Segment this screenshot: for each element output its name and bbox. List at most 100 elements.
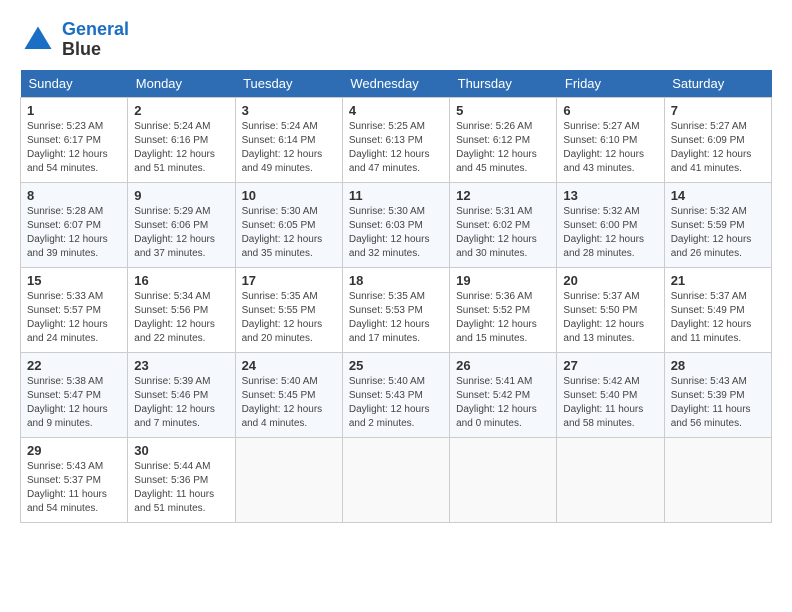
day-info: Sunrise: 5:38 AM Sunset: 5:47 PM Dayligh…: [27, 375, 121, 431]
day-info: Sunrise: 5:44 AM Sunset: 5:36 PM Dayligh…: [134, 460, 228, 516]
calendar-header-friday: Friday: [557, 70, 664, 98]
calendar-cell: 10 Sunrise: 5:30 AM Sunset: 6:05 PM Dayli…: [235, 182, 342, 267]
day-number: 22: [27, 358, 121, 373]
calendar-cell: 15Sunrise: 5:33 AM Sunset: 5:57 PM Dayli…: [21, 267, 128, 352]
day-info: Sunrise: 5:42 AM Sunset: 5:40 PM Dayligh…: [563, 375, 657, 431]
calendar-table: SundayMondayTuesdayWednesdayThursdayFrid…: [20, 70, 772, 523]
day-info: Sunrise: 5:35 AM Sunset: 5:53 PM Dayligh…: [349, 290, 443, 346]
day-info: Sunrise: 5:28 AM Sunset: 6:07 PM Dayligh…: [27, 205, 121, 261]
logo-text: General Blue: [62, 20, 129, 60]
page-header: General Blue: [20, 20, 772, 60]
day-info: Sunrise: 5:24 AM Sunset: 6:14 PM Dayligh…: [242, 120, 336, 176]
calendar-cell: 24 Sunrise: 5:40 AM Sunset: 5:45 PM Dayli…: [235, 352, 342, 437]
calendar-cell: 12 Sunrise: 5:31 AM Sunset: 6:02 PM Dayli…: [450, 182, 557, 267]
day-info: Sunrise: 5:43 AM Sunset: 5:37 PM Dayligh…: [27, 460, 121, 516]
day-number: 17: [242, 273, 336, 288]
day-info: Sunrise: 5:43 AM Sunset: 5:39 PM Dayligh…: [671, 375, 765, 431]
calendar-cell: 17 Sunrise: 5:35 AM Sunset: 5:55 PM Dayli…: [235, 267, 342, 352]
day-number: 14: [671, 188, 765, 203]
day-info: Sunrise: 5:23 AM Sunset: 6:17 PM Dayligh…: [27, 120, 121, 176]
day-info: Sunrise: 5:24 AM Sunset: 6:16 PM Dayligh…: [134, 120, 228, 176]
day-info: Sunrise: 5:31 AM Sunset: 6:02 PM Dayligh…: [456, 205, 550, 261]
calendar-header-tuesday: Tuesday: [235, 70, 342, 98]
calendar-header-thursday: Thursday: [450, 70, 557, 98]
calendar-cell: 18 Sunrise: 5:35 AM Sunset: 5:53 PM Dayli…: [342, 267, 449, 352]
day-info: Sunrise: 5:35 AM Sunset: 5:55 PM Dayligh…: [242, 290, 336, 346]
calendar-cell: 6Sunrise: 5:27 AM Sunset: 6:10 PM Daylig…: [557, 97, 664, 182]
day-info: Sunrise: 5:40 AM Sunset: 5:43 PM Dayligh…: [349, 375, 443, 431]
calendar-cell: 27Sunrise: 5:42 AM Sunset: 5:40 PM Dayli…: [557, 352, 664, 437]
day-info: Sunrise: 5:32 AM Sunset: 5:59 PM Dayligh…: [671, 205, 765, 261]
day-info: Sunrise: 5:33 AM Sunset: 5:57 PM Dayligh…: [27, 290, 121, 346]
calendar-cell: [664, 437, 771, 522]
calendar-cell: 2 Sunrise: 5:24 AM Sunset: 6:16 PM Daylig…: [128, 97, 235, 182]
day-number: 12: [456, 188, 550, 203]
day-info: Sunrise: 5:29 AM Sunset: 6:06 PM Dayligh…: [134, 205, 228, 261]
day-info: Sunrise: 5:30 AM Sunset: 6:05 PM Dayligh…: [242, 205, 336, 261]
day-number: 13: [563, 188, 657, 203]
calendar-cell: 1 Sunrise: 5:23 AM Sunset: 6:17 PM Daylig…: [21, 97, 128, 182]
calendar-cell: 21 Sunrise: 5:37 AM Sunset: 5:49 PM Dayli…: [664, 267, 771, 352]
day-number: 10: [242, 188, 336, 203]
calendar-cell: [235, 437, 342, 522]
calendar-cell: 22 Sunrise: 5:38 AM Sunset: 5:47 PM Dayli…: [21, 352, 128, 437]
day-info: Sunrise: 5:30 AM Sunset: 6:03 PM Dayligh…: [349, 205, 443, 261]
week-row-2: 8 Sunrise: 5:28 AM Sunset: 6:07 PM Daylig…: [21, 182, 772, 267]
calendar-header-monday: Monday: [128, 70, 235, 98]
calendar-cell: 11 Sunrise: 5:30 AM Sunset: 6:03 PM Dayli…: [342, 182, 449, 267]
day-info: Sunrise: 5:36 AM Sunset: 5:52 PM Dayligh…: [456, 290, 550, 346]
week-row-5: 29 Sunrise: 5:43 AM Sunset: 5:37 PM Dayli…: [21, 437, 772, 522]
day-number: 20: [563, 273, 657, 288]
calendar-cell: 30 Sunrise: 5:44 AM Sunset: 5:36 PM Dayli…: [128, 437, 235, 522]
day-number: 25: [349, 358, 443, 373]
day-info: Sunrise: 5:25 AM Sunset: 6:13 PM Dayligh…: [349, 120, 443, 176]
calendar-cell: 23 Sunrise: 5:39 AM Sunset: 5:46 PM Dayli…: [128, 352, 235, 437]
calendar-cell: 26 Sunrise: 5:41 AM Sunset: 5:42 PM Dayli…: [450, 352, 557, 437]
day-info: Sunrise: 5:39 AM Sunset: 5:46 PM Dayligh…: [134, 375, 228, 431]
calendar-cell: 13 Sunrise: 5:32 AM Sunset: 6:00 PM Dayli…: [557, 182, 664, 267]
day-number: 6: [563, 103, 657, 118]
day-info: Sunrise: 5:26 AM Sunset: 6:12 PM Dayligh…: [456, 120, 550, 176]
day-number: 28: [671, 358, 765, 373]
calendar-cell: 29 Sunrise: 5:43 AM Sunset: 5:37 PM Dayli…: [21, 437, 128, 522]
day-number: 30: [134, 443, 228, 458]
day-info: Sunrise: 5:37 AM Sunset: 5:49 PM Dayligh…: [671, 290, 765, 346]
week-row-4: 22 Sunrise: 5:38 AM Sunset: 5:47 PM Dayli…: [21, 352, 772, 437]
week-row-1: 1 Sunrise: 5:23 AM Sunset: 6:17 PM Daylig…: [21, 97, 772, 182]
calendar-header-wednesday: Wednesday: [342, 70, 449, 98]
day-number: 2: [134, 103, 228, 118]
day-number: 18: [349, 273, 443, 288]
calendar-cell: [342, 437, 449, 522]
calendar-header-saturday: Saturday: [664, 70, 771, 98]
calendar-cell: 9 Sunrise: 5:29 AM Sunset: 6:06 PM Daylig…: [128, 182, 235, 267]
day-number: 5: [456, 103, 550, 118]
calendar-cell: 28 Sunrise: 5:43 AM Sunset: 5:39 PM Dayli…: [664, 352, 771, 437]
day-info: Sunrise: 5:27 AM Sunset: 6:09 PM Dayligh…: [671, 120, 765, 176]
day-number: 11: [349, 188, 443, 203]
calendar-cell: 4Sunrise: 5:25 AM Sunset: 6:13 PM Daylig…: [342, 97, 449, 182]
day-number: 23: [134, 358, 228, 373]
day-number: 16: [134, 273, 228, 288]
calendar-cell: 16 Sunrise: 5:34 AM Sunset: 5:56 PM Dayli…: [128, 267, 235, 352]
day-number: 29: [27, 443, 121, 458]
day-number: 19: [456, 273, 550, 288]
calendar-cell: 7 Sunrise: 5:27 AM Sunset: 6:09 PM Daylig…: [664, 97, 771, 182]
day-number: 1: [27, 103, 121, 118]
day-number: 8: [27, 188, 121, 203]
day-number: 9: [134, 188, 228, 203]
calendar-header-sunday: Sunday: [21, 70, 128, 98]
day-info: Sunrise: 5:32 AM Sunset: 6:00 PM Dayligh…: [563, 205, 657, 261]
day-number: 7: [671, 103, 765, 118]
day-number: 21: [671, 273, 765, 288]
day-info: Sunrise: 5:40 AM Sunset: 5:45 PM Dayligh…: [242, 375, 336, 431]
day-info: Sunrise: 5:41 AM Sunset: 5:42 PM Dayligh…: [456, 375, 550, 431]
day-number: 26: [456, 358, 550, 373]
day-number: 24: [242, 358, 336, 373]
day-info: Sunrise: 5:37 AM Sunset: 5:50 PM Dayligh…: [563, 290, 657, 346]
calendar-cell: 8 Sunrise: 5:28 AM Sunset: 6:07 PM Daylig…: [21, 182, 128, 267]
calendar-cell: 25 Sunrise: 5:40 AM Sunset: 5:43 PM Dayli…: [342, 352, 449, 437]
calendar-cell: 20 Sunrise: 5:37 AM Sunset: 5:50 PM Dayli…: [557, 267, 664, 352]
day-info: Sunrise: 5:34 AM Sunset: 5:56 PM Dayligh…: [134, 290, 228, 346]
calendar-cell: 3Sunrise: 5:24 AM Sunset: 6:14 PM Daylig…: [235, 97, 342, 182]
logo-icon: [20, 22, 56, 58]
